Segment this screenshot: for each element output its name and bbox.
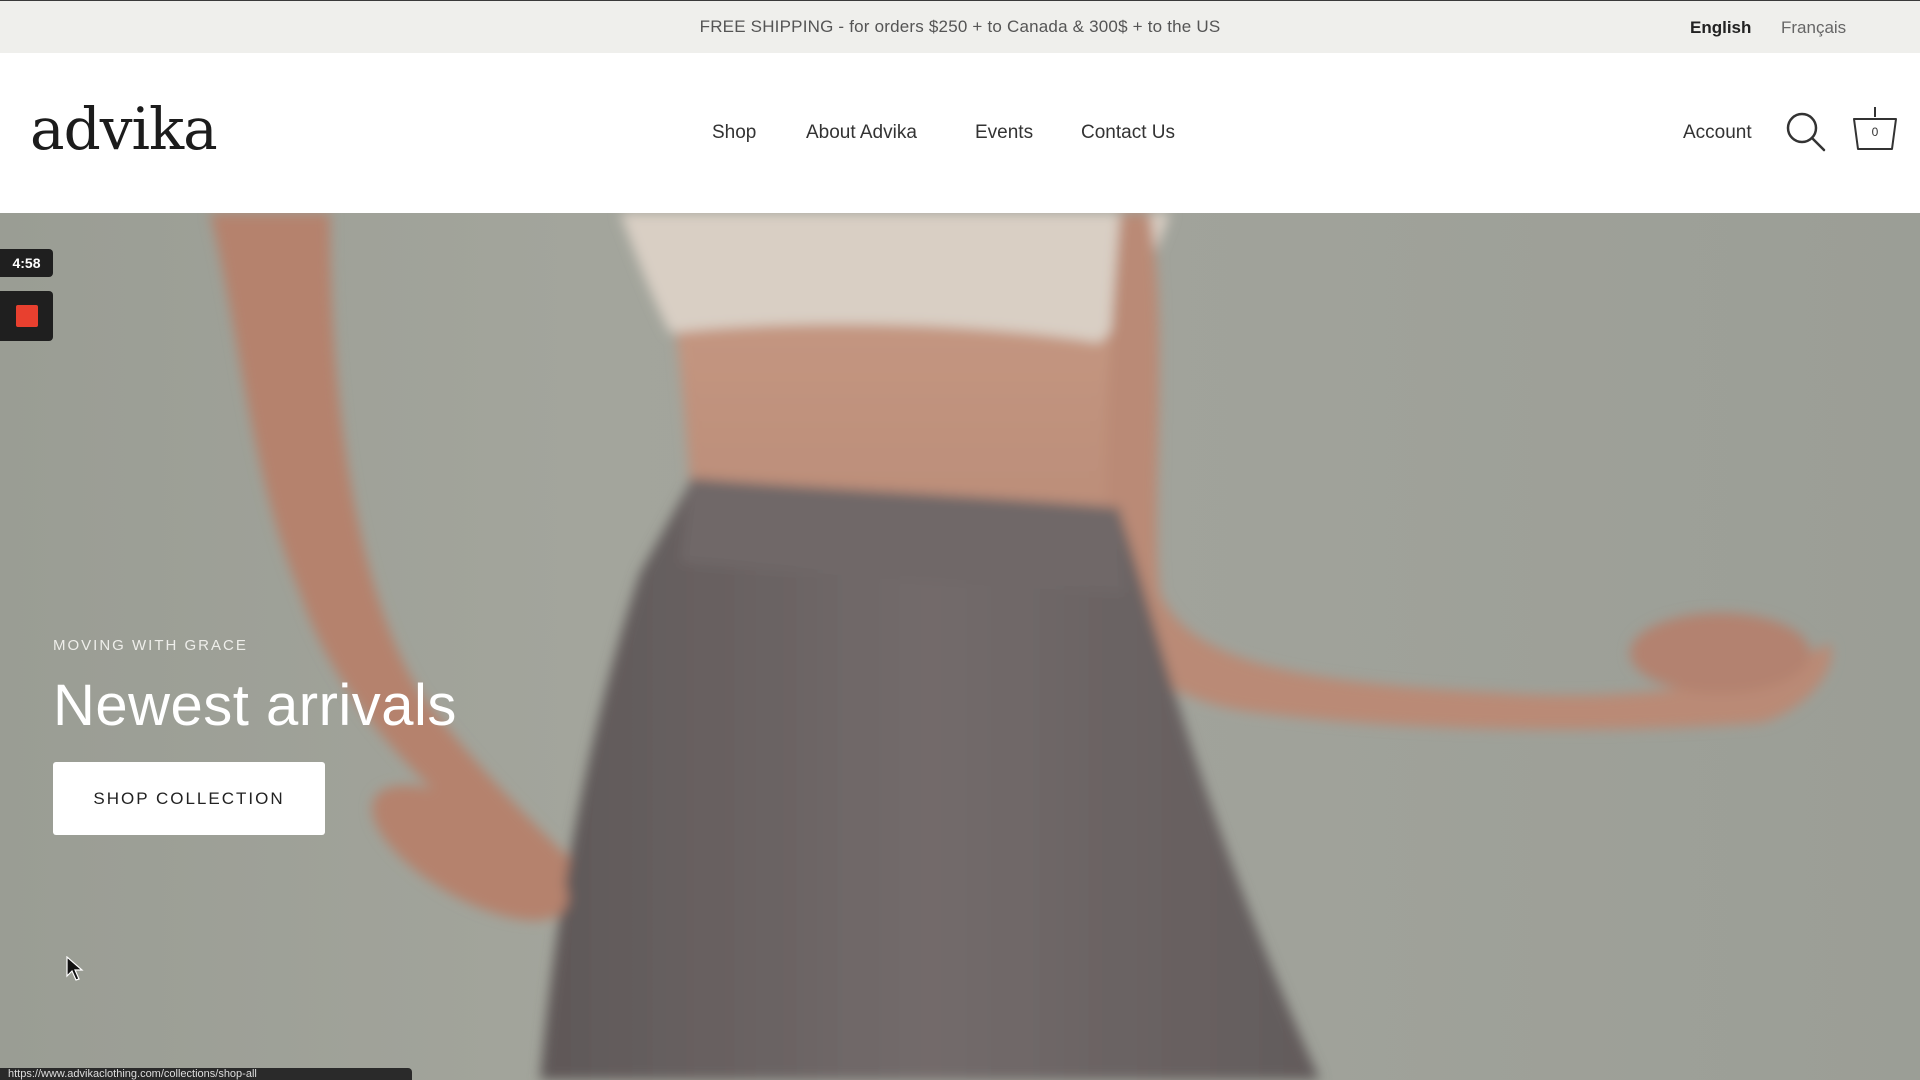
status-bar-url: https://www.advikaclothing.com/collectio… — [0, 1068, 412, 1080]
account-link[interactable]: Account — [1683, 53, 1752, 213]
language-french[interactable]: Français — [1781, 1, 1846, 54]
language-english[interactable]: English — [1690, 1, 1751, 54]
mouse-cursor-icon — [66, 956, 84, 981]
nav-contact[interactable]: Contact Us — [1081, 122, 1175, 144]
nav-events[interactable]: Events — [975, 122, 1033, 144]
announcement-bar: FREE SHIPPING - for orders $250 + to Can… — [0, 0, 1920, 53]
cart-basket-icon[interactable]: 0 — [1850, 103, 1900, 155]
stop-icon — [15, 305, 38, 327]
site-logo[interactable]: advika — [30, 95, 218, 163]
search-icon[interactable] — [1785, 111, 1827, 153]
cart-count: 0 — [1871, 125, 1879, 139]
nav-about[interactable]: About Advika — [806, 122, 917, 144]
site-header: advika Shop About Advika Events Contact … — [0, 53, 1920, 213]
announcement-text: FREE SHIPPING - for orders $250 + to Can… — [699, 17, 1221, 36]
hero-copy: MOVING WITH GRACE Newest arrivals — [53, 637, 457, 739]
nav-shop[interactable]: Shop — [712, 122, 756, 144]
hero-eyebrow: MOVING WITH GRACE — [53, 637, 248, 654]
recording-stop-button[interactable] — [0, 291, 53, 341]
hero-headline: Newest arrivals — [53, 673, 457, 738]
hero-banner: MOVING WITH GRACE Newest arrivals SHOP C… — [0, 213, 1920, 1080]
shop-collection-button[interactable]: SHOP COLLECTION — [53, 762, 325, 835]
recording-timer: 4:58 — [0, 249, 53, 277]
